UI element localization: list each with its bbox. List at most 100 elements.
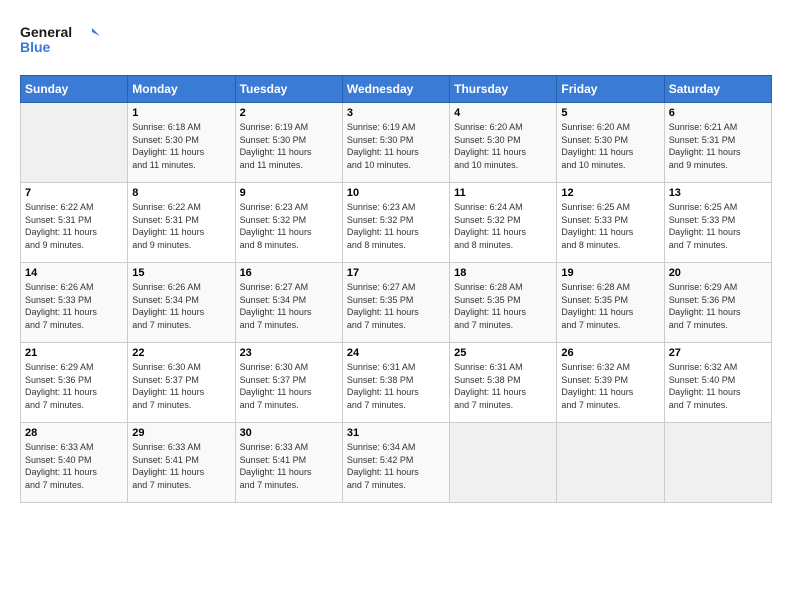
day-cell: 22 Sunrise: 6:30 AM Sunset: 5:37 PM Dayli… [128,343,235,423]
day-cell: 26 Sunrise: 6:32 AM Sunset: 5:39 PM Dayli… [557,343,664,423]
day-number: 23 [240,347,338,359]
day-number: 30 [240,427,338,439]
logo-container: General Blue [20,20,100,65]
day-number: 29 [132,427,230,439]
day-info: Sunrise: 6:27 AM Sunset: 5:34 PM Dayligh… [240,281,338,331]
day-info: Sunrise: 6:18 AM Sunset: 5:30 PM Dayligh… [132,121,230,171]
day-number: 7 [25,187,123,199]
day-info: Sunrise: 6:28 AM Sunset: 5:35 PM Dayligh… [454,281,552,331]
day-number: 2 [240,107,338,119]
day-info: Sunrise: 6:27 AM Sunset: 5:35 PM Dayligh… [347,281,445,331]
day-cell: 31Sunrise: 6:34 AM Sunset: 5:42 PM Dayli… [342,423,449,503]
day-cell: 27 Sunrise: 6:32 AM Sunset: 5:40 PM Dayli… [664,343,771,423]
day-info: Sunrise: 6:29 AM Sunset: 5:36 PM Dayligh… [25,361,123,411]
day-info: Sunrise: 6:24 AM Sunset: 5:32 PM Dayligh… [454,201,552,251]
day-info: Sunrise: 6:33 AM Sunset: 5:40 PM Dayligh… [25,441,123,491]
day-cell: 20Sunrise: 6:29 AM Sunset: 5:36 PM Dayli… [664,263,771,343]
day-cell: 2 Sunrise: 6:19 AM Sunset: 5:30 PM Daylig… [235,103,342,183]
day-number: 8 [132,187,230,199]
day-info: Sunrise: 6:23 AM Sunset: 5:32 PM Dayligh… [240,201,338,251]
day-info: Sunrise: 6:19 AM Sunset: 5:30 PM Dayligh… [240,121,338,171]
day-cell: 29 Sunrise: 6:33 AM Sunset: 5:41 PM Dayli… [128,423,235,503]
day-number: 22 [132,347,230,359]
week-row-2: 7 Sunrise: 6:22 AM Sunset: 5:31 PM Daylig… [21,183,772,263]
day-info: Sunrise: 6:26 AM Sunset: 5:33 PM Dayligh… [25,281,123,331]
day-number: 27 [669,347,767,359]
day-cell: 10 Sunrise: 6:23 AM Sunset: 5:32 PM Dayli… [342,183,449,263]
week-row-1: 1 Sunrise: 6:18 AM Sunset: 5:30 PM Daylig… [21,103,772,183]
svg-text:General: General [20,24,72,40]
week-row-5: 28Sunrise: 6:33 AM Sunset: 5:40 PM Dayli… [21,423,772,503]
day-cell: 8Sunrise: 6:22 AM Sunset: 5:31 PM Daylig… [128,183,235,263]
day-number: 12 [561,187,659,199]
day-info: Sunrise: 6:34 AM Sunset: 5:42 PM Dayligh… [347,441,445,491]
day-header-thursday: Thursday [450,76,557,103]
day-info: Sunrise: 6:23 AM Sunset: 5:32 PM Dayligh… [347,201,445,251]
day-cell: 25 Sunrise: 6:31 AM Sunset: 5:38 PM Dayli… [450,343,557,423]
day-number: 14 [25,267,123,279]
day-cell: 30 Sunrise: 6:33 AM Sunset: 5:41 PM Dayli… [235,423,342,503]
day-cell: 7 Sunrise: 6:22 AM Sunset: 5:31 PM Daylig… [21,183,128,263]
day-cell: 13 Sunrise: 6:25 AM Sunset: 5:33 PM Dayli… [664,183,771,263]
day-info: Sunrise: 6:31 AM Sunset: 5:38 PM Dayligh… [454,361,552,411]
day-number: 18 [454,267,552,279]
day-cell [557,423,664,503]
page-header: General Blue [20,20,772,65]
day-number: 21 [25,347,123,359]
day-cell: 17 Sunrise: 6:27 AM Sunset: 5:35 PM Dayli… [342,263,449,343]
day-cell: 18 Sunrise: 6:28 AM Sunset: 5:35 PM Dayli… [450,263,557,343]
day-header-monday: Monday [128,76,235,103]
day-number: 1 [132,107,230,119]
day-header-saturday: Saturday [664,76,771,103]
day-info: Sunrise: 6:25 AM Sunset: 5:33 PM Dayligh… [561,201,659,251]
day-header-wednesday: Wednesday [342,76,449,103]
day-info: Sunrise: 6:20 AM Sunset: 5:30 PM Dayligh… [561,121,659,171]
day-info: Sunrise: 6:33 AM Sunset: 5:41 PM Dayligh… [240,441,338,491]
calendar-table: SundayMondayTuesdayWednesdayThursdayFrid… [20,75,772,503]
day-info: Sunrise: 6:30 AM Sunset: 5:37 PM Dayligh… [240,361,338,411]
day-number: 5 [561,107,659,119]
day-number: 17 [347,267,445,279]
day-info: Sunrise: 6:32 AM Sunset: 5:40 PM Dayligh… [669,361,767,411]
svg-text:Blue: Blue [20,39,51,55]
day-cell: 23 Sunrise: 6:30 AM Sunset: 5:37 PM Dayli… [235,343,342,423]
day-number: 11 [454,187,552,199]
day-cell: 19Sunrise: 6:28 AM Sunset: 5:35 PM Dayli… [557,263,664,343]
day-info: Sunrise: 6:28 AM Sunset: 5:35 PM Dayligh… [561,281,659,331]
day-cell [21,103,128,183]
day-info: Sunrise: 6:20 AM Sunset: 5:30 PM Dayligh… [454,121,552,171]
day-number: 3 [347,107,445,119]
day-cell [450,423,557,503]
day-number: 9 [240,187,338,199]
day-cell: 12 Sunrise: 6:25 AM Sunset: 5:33 PM Dayli… [557,183,664,263]
day-cell: 14 Sunrise: 6:26 AM Sunset: 5:33 PM Dayli… [21,263,128,343]
day-number: 20 [669,267,767,279]
day-cell: 21 Sunrise: 6:29 AM Sunset: 5:36 PM Dayli… [21,343,128,423]
day-header-friday: Friday [557,76,664,103]
calendar-body: 1 Sunrise: 6:18 AM Sunset: 5:30 PM Daylig… [21,103,772,503]
day-info: Sunrise: 6:25 AM Sunset: 5:33 PM Dayligh… [669,201,767,251]
day-number: 10 [347,187,445,199]
day-info: Sunrise: 6:30 AM Sunset: 5:37 PM Dayligh… [132,361,230,411]
day-number: 13 [669,187,767,199]
day-info: Sunrise: 6:19 AM Sunset: 5:30 PM Dayligh… [347,121,445,171]
day-number: 6 [669,107,767,119]
day-number: 25 [454,347,552,359]
day-info: Sunrise: 6:32 AM Sunset: 5:39 PM Dayligh… [561,361,659,411]
day-info: Sunrise: 6:22 AM Sunset: 5:31 PM Dayligh… [25,201,123,251]
week-row-3: 14 Sunrise: 6:26 AM Sunset: 5:33 PM Dayli… [21,263,772,343]
day-cell: 11 Sunrise: 6:24 AM Sunset: 5:32 PM Dayli… [450,183,557,263]
day-info: Sunrise: 6:33 AM Sunset: 5:41 PM Dayligh… [132,441,230,491]
day-number: 16 [240,267,338,279]
day-header-tuesday: Tuesday [235,76,342,103]
day-cell: 4Sunrise: 6:20 AM Sunset: 5:30 PM Daylig… [450,103,557,183]
day-number: 26 [561,347,659,359]
day-cell: 1 Sunrise: 6:18 AM Sunset: 5:30 PM Daylig… [128,103,235,183]
day-cell: 6 Sunrise: 6:21 AM Sunset: 5:31 PM Daylig… [664,103,771,183]
day-info: Sunrise: 6:21 AM Sunset: 5:31 PM Dayligh… [669,121,767,171]
day-cell: 16 Sunrise: 6:27 AM Sunset: 5:34 PM Dayli… [235,263,342,343]
day-info: Sunrise: 6:26 AM Sunset: 5:34 PM Dayligh… [132,281,230,331]
day-cell [664,423,771,503]
day-cell: 5 Sunrise: 6:20 AM Sunset: 5:30 PM Daylig… [557,103,664,183]
day-cell: 28Sunrise: 6:33 AM Sunset: 5:40 PM Dayli… [21,423,128,503]
